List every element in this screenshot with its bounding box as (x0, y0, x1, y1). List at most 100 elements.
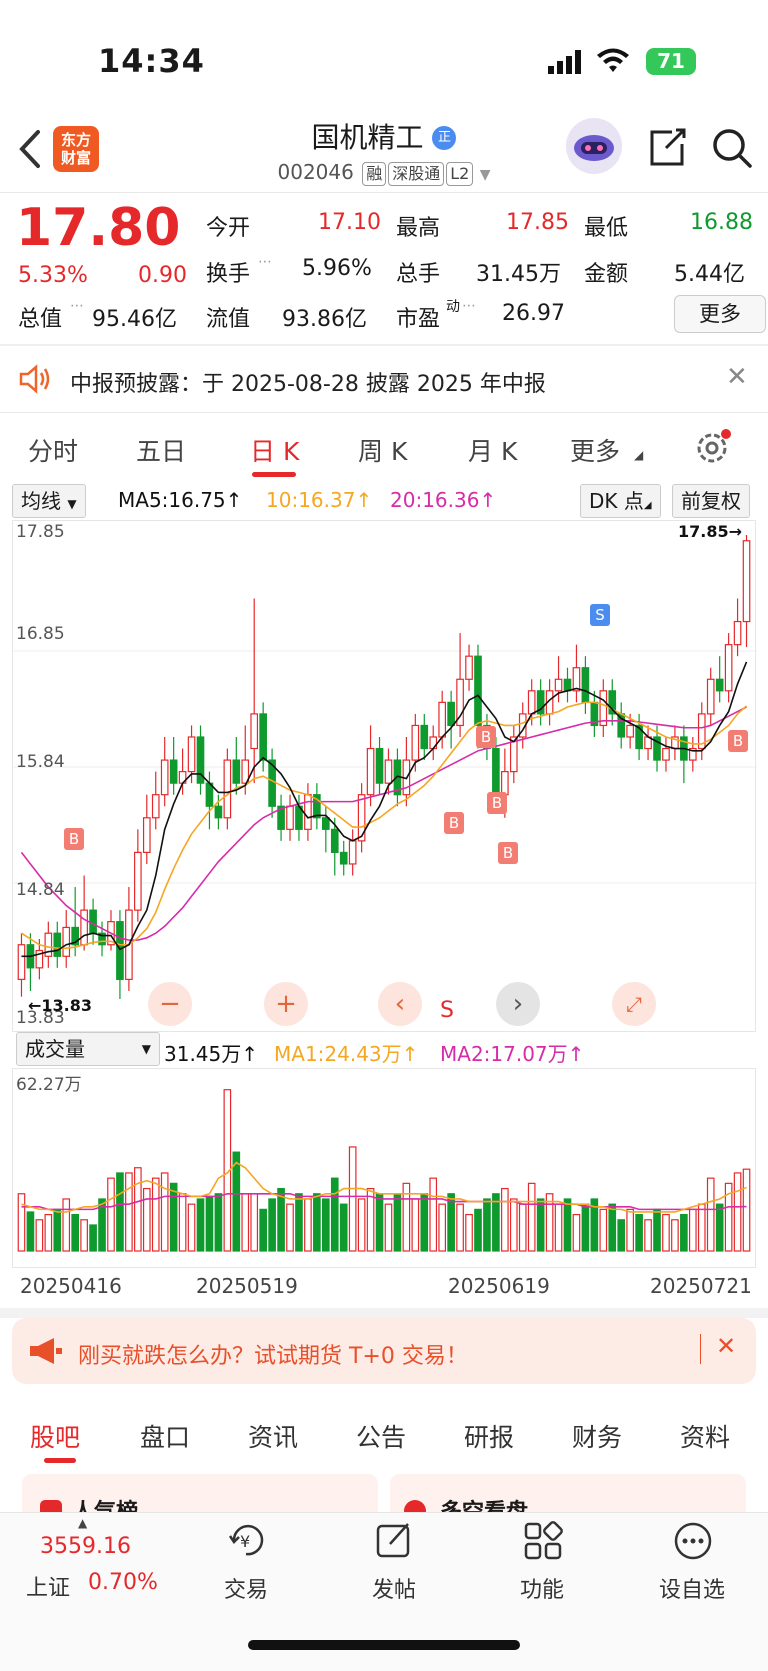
expand-icon[interactable]: ⤢ (612, 982, 656, 1026)
candle (26, 933, 35, 991)
tab-weekly-k[interactable]: 周 K (358, 432, 407, 468)
candle-body (733, 620, 742, 646)
assistant-avatar[interactable] (566, 118, 622, 174)
ma20-text: 20:16.36 (390, 488, 480, 512)
kline-chart[interactable] (12, 520, 757, 1032)
index-name[interactable]: 上证 (26, 1570, 70, 1602)
tab-finance[interactable]: 财务 (572, 1418, 622, 1454)
zoom-out-button[interactable]: − (148, 982, 192, 1026)
candle-body (411, 724, 420, 761)
y-label-2: 16.85 (16, 624, 65, 644)
change-percent: 5.33% (18, 263, 88, 288)
ma5-text: MA5:16.75 (118, 488, 226, 512)
zoom-in-button[interactable]: + (264, 982, 308, 1026)
date-label: 20250416 (20, 1274, 122, 1298)
candle (169, 736, 178, 795)
ma20-legend: 20:16.36↑ (390, 488, 497, 512)
section-gap (0, 1308, 768, 1318)
volume-bar (465, 1213, 473, 1252)
nav-trade[interactable]: 交易 (186, 1572, 306, 1604)
volume-bar (653, 1208, 661, 1252)
candle (384, 748, 393, 795)
nav-post[interactable]: 发帖 (334, 1572, 454, 1604)
turnover-value: 5.96% (302, 256, 372, 281)
candle (348, 829, 357, 876)
index-value[interactable]: 3559.16 (40, 1534, 131, 1559)
info-icon[interactable]: ⋯ (258, 254, 272, 270)
candle-body (581, 667, 590, 703)
tab-guba[interactable]: 股吧 (30, 1418, 80, 1454)
candle (375, 736, 384, 795)
pe-sup: 动 (446, 299, 460, 315)
search-icon[interactable] (710, 126, 754, 174)
candle (742, 535, 751, 647)
ma-select[interactable]: 均线 ▼ (12, 484, 86, 518)
close-icon[interactable]: ✕ (716, 1332, 736, 1360)
s-label: S (440, 998, 454, 1023)
candle-body (662, 747, 670, 761)
volume-bar (232, 1151, 241, 1252)
speaker-icon (18, 364, 52, 398)
volume-chart[interactable] (12, 1068, 756, 1268)
volume-bar (572, 1213, 581, 1252)
post-icon[interactable] (374, 1520, 416, 1566)
share-icon[interactable] (646, 126, 688, 172)
candle (662, 736, 670, 772)
dropdown-icon: ◢ (634, 448, 644, 462)
info-icon[interactable]: ⋯ (462, 298, 476, 314)
tab-more[interactable]: 更多 (570, 432, 620, 468)
buy-marker[interactable]: B (476, 726, 496, 748)
dk-select[interactable]: DK 点◢ (580, 484, 661, 518)
candle (456, 633, 464, 737)
tab-5day[interactable]: 五日 (136, 432, 186, 468)
buy-marker[interactable]: B (64, 828, 84, 850)
buy-marker[interactable]: B (498, 842, 518, 864)
candle (366, 725, 375, 807)
candle-body (375, 747, 384, 784)
index-change[interactable]: 0.70% (88, 1570, 158, 1595)
notice-text[interactable]: 中报预披露：于 2025-08-28 披露 2025 年中报 (70, 366, 546, 398)
tab-monthly-k[interactable]: 月 K (468, 432, 517, 468)
settings-icon[interactable] (694, 428, 732, 470)
apps-icon[interactable] (522, 1520, 564, 1566)
chevron-down-icon[interactable]: ▼ (480, 167, 491, 183)
candle-body (223, 759, 232, 819)
candle-body (572, 667, 581, 692)
trade-icon[interactable]: ¥ (226, 1520, 268, 1566)
volume-select[interactable]: 成交量 ▼ (16, 1032, 160, 1066)
info-icon[interactable]: ⋯ (70, 298, 84, 314)
buy-marker[interactable]: B (728, 730, 748, 752)
nav-functions[interactable]: 功能 (482, 1572, 602, 1604)
amount-value: 5.44亿 (674, 262, 745, 287)
next-button[interactable]: › (496, 982, 540, 1026)
promo-banner[interactable]: 刚买就跌怎么办？试试期货 T+0 交易！ ✕ (12, 1318, 756, 1384)
candle-body (715, 678, 724, 692)
candle-body (527, 690, 536, 715)
tab-profile[interactable]: 资料 (680, 1418, 730, 1454)
volume-bar (662, 1213, 670, 1252)
tag-connect: 深股通 (388, 162, 445, 186)
tab-research[interactable]: 研报 (464, 1418, 514, 1454)
change-amount: 0.90 (138, 263, 187, 288)
candle (53, 921, 62, 968)
card-popularity[interactable]: 人气榜 (22, 1474, 378, 1514)
tab-pankou[interactable]: 盘口 (140, 1418, 190, 1454)
volume-bar (474, 1208, 482, 1252)
tab-intraday[interactable]: 分时 (28, 432, 78, 468)
card-longshort[interactable]: 多空看盘 (390, 1474, 746, 1514)
more-button[interactable]: 更多 (674, 295, 766, 333)
volume-bar (187, 1203, 196, 1252)
buy-marker[interactable]: B (444, 812, 464, 834)
open-label: 今开 (206, 216, 251, 241)
tab-daily-k[interactable]: 日 K (250, 432, 299, 468)
more-icon[interactable] (672, 1520, 714, 1566)
tab-news[interactable]: 资讯 (248, 1418, 298, 1454)
candle-body (492, 747, 500, 796)
nav-add-watchlist[interactable]: 设自选 (632, 1572, 752, 1604)
close-icon[interactable]: ✕ (726, 362, 748, 392)
buy-marker[interactable]: B (487, 792, 507, 814)
tab-announcements[interactable]: 公告 (356, 1418, 406, 1454)
prev-button[interactable]: ‹ (378, 982, 422, 1026)
sell-marker[interactable]: S (590, 604, 610, 626)
adjust-select[interactable]: 前复权 (672, 484, 750, 518)
